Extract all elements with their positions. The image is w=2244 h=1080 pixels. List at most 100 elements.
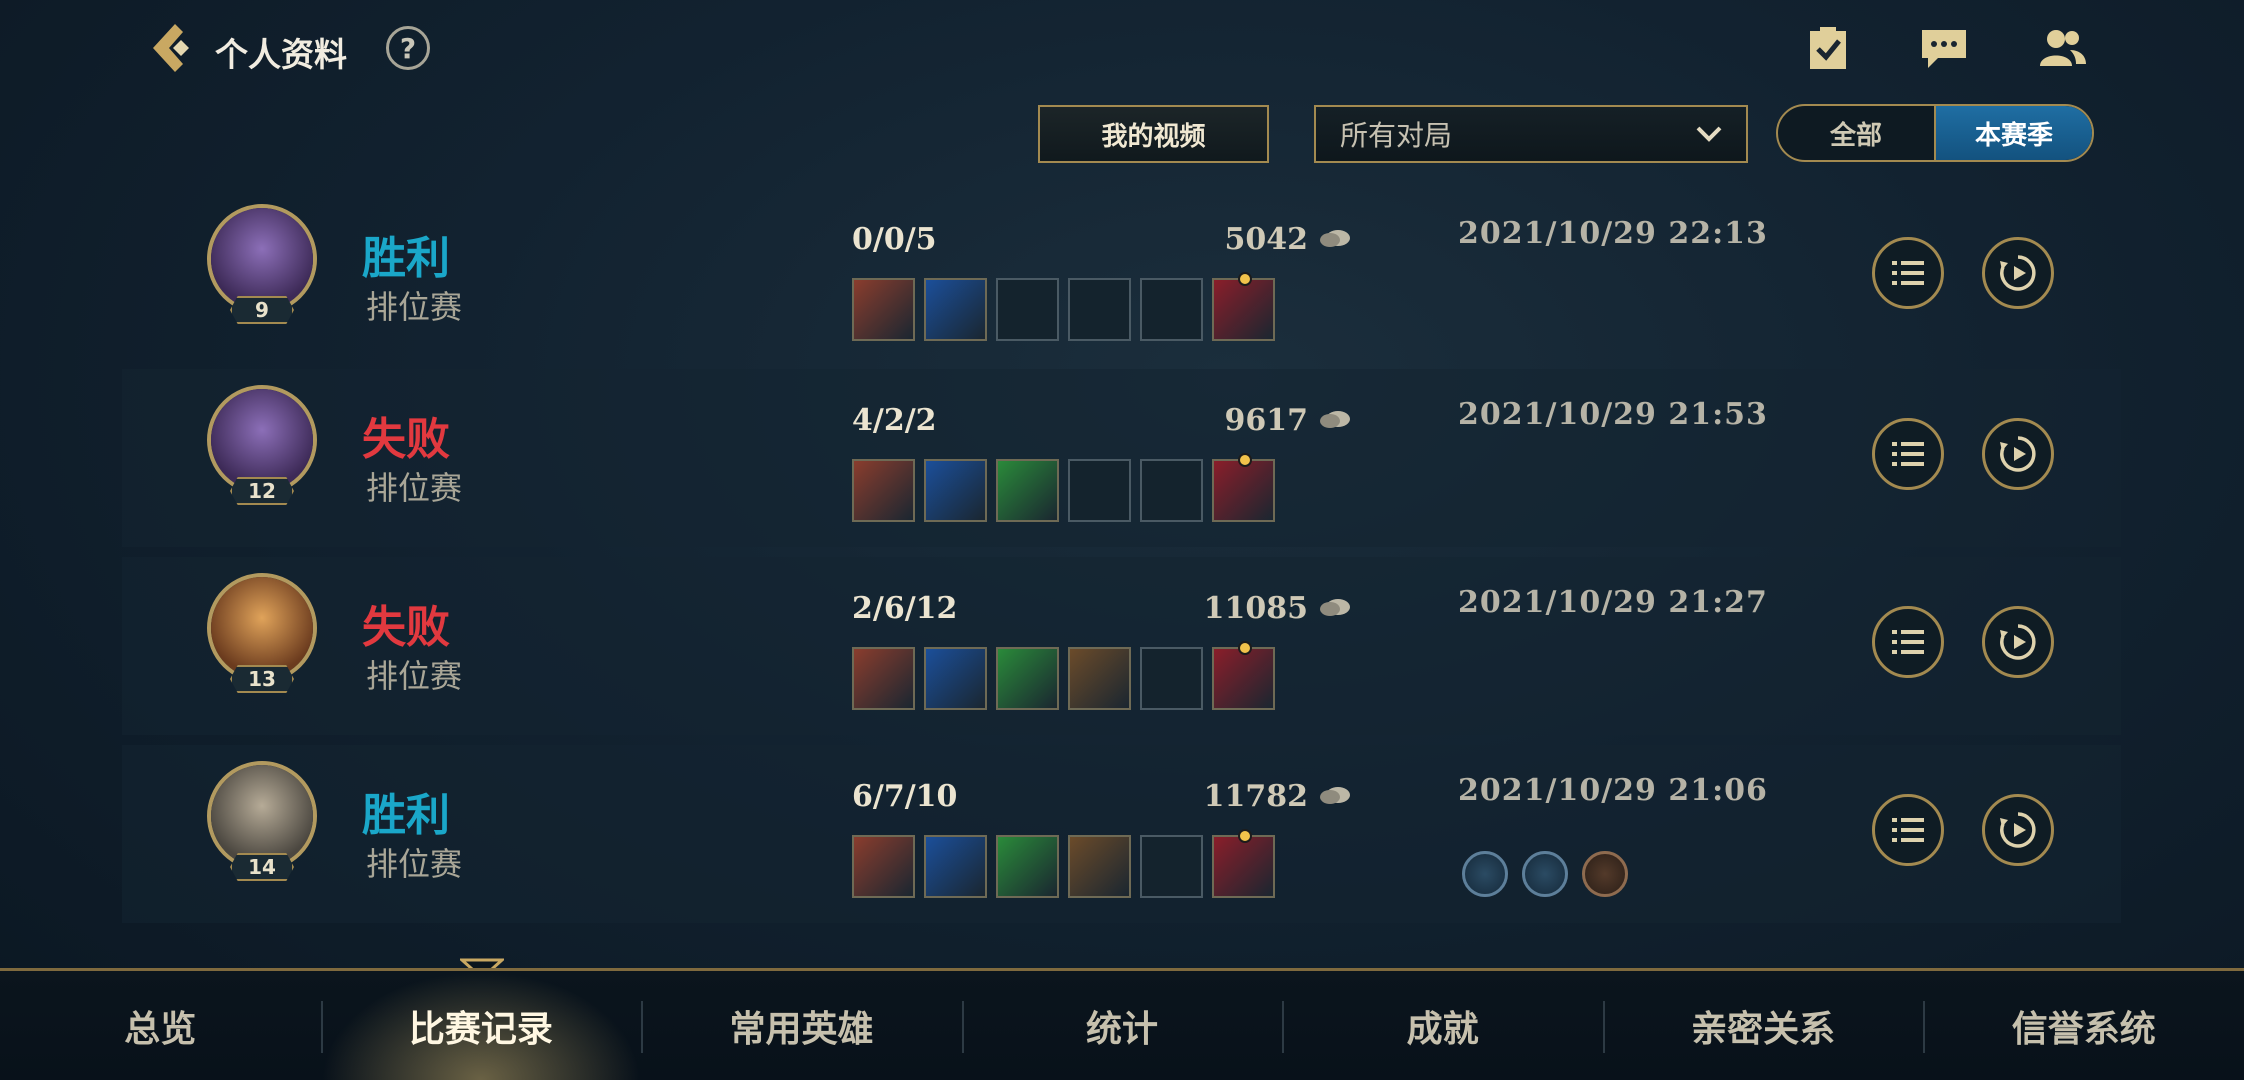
match-type-dropdown[interactable]: 所有对局 [1314, 105, 1748, 163]
help-button[interactable]: ? [386, 26, 430, 70]
replay-button[interactable] [1982, 418, 2054, 490]
match-type-selected: 所有对局 [1340, 119, 1453, 152]
my-videos-button[interactable]: 我的视频 [1038, 105, 1269, 163]
list-icon [1892, 630, 1924, 654]
replay-button[interactable] [1982, 794, 2054, 866]
replay-icon [2000, 624, 2036, 660]
match-result: 失败 [362, 602, 450, 653]
match-datetime: 2021/10/29 21:53 [1458, 397, 1768, 432]
item-slots [852, 829, 1275, 898]
match-row[interactable]: 12 失败 排位赛 4/2/2 9617 2021/10/29 21:53 [122, 369, 2121, 547]
tab-match-history[interactable]: 比赛记录 [320, 971, 642, 1080]
tab-overview[interactable]: 总览 [0, 971, 321, 1080]
bronze-medal-icon [1582, 851, 1628, 897]
champion-level-badge: 12 [230, 477, 294, 505]
match-row[interactable]: 9 胜利 排位赛 0/0/5 5042 2021/10/29 22:13 [122, 188, 2121, 366]
friends-icon[interactable] [2034, 22, 2090, 74]
item-slot-trinket [1212, 641, 1275, 710]
match-datetime: 2021/10/29 22:13 [1458, 216, 1768, 251]
tab-stats[interactable]: 统计 [961, 971, 1283, 1080]
empty-item-slot [1140, 647, 1203, 710]
tab-champions[interactable]: 常用英雄 [641, 971, 962, 1080]
gold-value: 5042 [1224, 222, 1309, 257]
tab-relationships[interactable]: 亲密关系 [1602, 971, 1924, 1080]
match-mode: 排位赛 [366, 657, 463, 695]
match-datetime: 2021/10/29 21:06 [1458, 773, 1768, 808]
match-result: 胜利 [362, 790, 450, 841]
item-slot-item-2 [924, 278, 987, 341]
page-title: 个人资料 [215, 35, 347, 74]
match-result: 胜利 [362, 233, 450, 284]
gold-coins-icon [1320, 787, 1350, 804]
silver-medal-icon [1522, 851, 1568, 897]
item-slot-item-2 [924, 647, 987, 710]
back-button[interactable] [145, 20, 201, 76]
list-icon [1892, 442, 1924, 466]
replay-icon [2000, 812, 2036, 848]
gold-coins-icon [1320, 230, 1350, 247]
empty-item-slot [1068, 459, 1131, 522]
empty-item-slot [1140, 835, 1203, 898]
item-slot-item-3 [996, 459, 1059, 522]
replay-button[interactable] [1982, 237, 2054, 309]
item-pip-icon [1238, 641, 1252, 655]
match-mode: 排位赛 [366, 469, 463, 507]
replay-icon [2000, 255, 2036, 291]
replay-icon [2000, 436, 2036, 472]
bottom-nav: 总览 比赛记录 常用英雄 统计 成就 亲密关系 信誉系统 [0, 968, 2244, 1080]
gold-amount: 11085 [1122, 591, 1352, 626]
toggle-all[interactable]: 全部 [1778, 106, 1934, 160]
champion-level-badge: 9 [230, 296, 294, 324]
empty-item-slot [1068, 278, 1131, 341]
kda: 6/7/10 [852, 779, 958, 814]
tab-honor[interactable]: 信誉系统 [1923, 971, 2244, 1080]
match-row[interactable]: 14 胜利 排位赛 6/7/10 11782 2021/10/29 21:06 [122, 745, 2121, 923]
match-mode: 排位赛 [366, 288, 463, 326]
gold-value: 9617 [1224, 403, 1309, 438]
item-slot-trinket [1212, 829, 1275, 898]
gold-value: 11782 [1203, 779, 1308, 814]
empty-item-slot [1140, 459, 1203, 522]
gold-value: 11085 [1203, 591, 1308, 626]
item-slot-item-3 [996, 647, 1059, 710]
medals [1462, 851, 1628, 897]
item-slots [852, 272, 1275, 341]
item-slot-boots [1212, 453, 1275, 522]
match-row[interactable]: 13 失败 排位赛 2/6/12 11085 2021/10/29 21:27 [122, 557, 2121, 735]
gold-coins-icon [1320, 411, 1350, 428]
replay-button[interactable] [1982, 606, 2054, 678]
item-pip-icon [1238, 453, 1252, 467]
toggle-this-season[interactable]: 本赛季 [1934, 106, 2092, 160]
item-pip-icon [1238, 829, 1252, 843]
item-pip-icon [1238, 272, 1252, 286]
gold-amount: 11782 [1122, 779, 1352, 814]
match-details-button[interactable] [1872, 237, 1944, 309]
item-slot-item-3 [996, 835, 1059, 898]
item-slot-item-1 [852, 835, 915, 898]
task-clipboard-icon[interactable] [1800, 22, 1856, 74]
gold-amount: 5042 [1122, 222, 1352, 257]
match-datetime: 2021/10/29 21:27 [1458, 585, 1768, 620]
item-slot-item-2 [924, 835, 987, 898]
list-icon [1892, 261, 1924, 285]
match-details-button[interactable] [1872, 606, 1944, 678]
champion-level-badge: 14 [230, 853, 294, 881]
match-details-button[interactable] [1872, 794, 1944, 866]
empty-item-slot [1140, 278, 1203, 341]
gold-coins-icon [1320, 599, 1350, 616]
item-slot-item-1 [852, 278, 915, 341]
item-slot-item-2 [924, 459, 987, 522]
kda: 4/2/2 [852, 403, 937, 438]
empty-item-slot [996, 278, 1059, 341]
season-toggle[interactable]: 全部 本赛季 [1776, 104, 2094, 162]
chat-icon[interactable] [1916, 22, 1972, 74]
match-mode: 排位赛 [366, 845, 463, 883]
gold-amount: 9617 [1122, 403, 1352, 438]
item-slots [852, 453, 1275, 522]
item-slot-item-1 [852, 647, 915, 710]
match-details-button[interactable] [1872, 418, 1944, 490]
kda: 2/6/12 [852, 591, 958, 626]
item-slot-item-1 [852, 459, 915, 522]
tab-achievements[interactable]: 成就 [1282, 971, 1603, 1080]
item-slot-boots [1212, 272, 1275, 341]
